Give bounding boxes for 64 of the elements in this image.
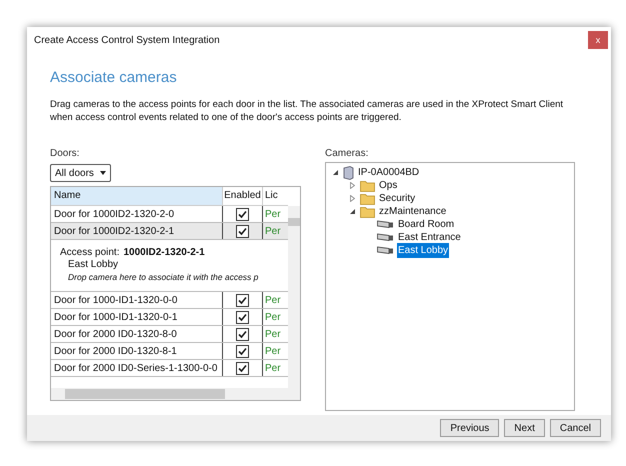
table-cell-text: Per <box>264 344 282 358</box>
table-cell: Door for 2000 ID0-1320-8-0 <box>51 326 223 342</box>
table-cell-text: Per <box>264 328 282 342</box>
horizontal-scrollbar[interactable] <box>51 388 300 400</box>
checkbox[interactable] <box>236 362 249 374</box>
table-row[interactable]: Door for 1000-ID1-1320-0-1 Per <box>51 309 288 326</box>
tree-item[interactable]: East Entrance <box>397 230 462 245</box>
close-button[interactable]: x <box>588 31 608 49</box>
tree-item[interactable]: Board Room <box>397 217 456 232</box>
checkbox[interactable] <box>236 294 249 306</box>
table-row[interactable]: Door for 1000-ID1-1320-0-0 Per <box>51 292 288 309</box>
table-cell-text: Per <box>264 224 282 238</box>
server-icon <box>343 166 354 180</box>
table-cell: Door for 1000-ID1-1320-0-0 <box>51 292 223 308</box>
associated-camera: East Lobby <box>67 259 120 271</box>
checkbox[interactable] <box>236 310 249 324</box>
folder-icon <box>360 192 375 204</box>
table-cell-text: Per <box>264 362 282 376</box>
caret-icon <box>100 171 106 175</box>
wizard-button[interactable]: Previous <box>440 419 500 437</box>
camera-icon <box>377 246 394 255</box>
tree-item[interactable]: IP-0A0004BD <box>357 165 420 180</box>
table-cell: Door for 2000 ID0-Series-1-1300-0-0 <box>51 360 223 376</box>
page-heading: Associate cameras <box>50 69 178 87</box>
detail-label: Access point: <box>60 247 120 259</box>
tree-item[interactable]: zzMaintenance <box>378 204 448 219</box>
table-row[interactable]: Door for 2000 ID0-1320-8-0 Per <box>51 326 288 343</box>
checkbox[interactable] <box>236 224 249 238</box>
table-row[interactable]: Door for 2000 ID0-1320-8-1 Per <box>51 343 288 360</box>
checkbox[interactable] <box>236 344 249 358</box>
checkbox[interactable] <box>236 328 249 340</box>
tree-item[interactable]: Ops <box>378 178 398 193</box>
table-cell-text: Per <box>264 208 282 222</box>
column-header[interactable]: Enabled <box>223 187 263 205</box>
expander-icon[interactable] <box>349 208 356 215</box>
access-point-name: 1000ID2-1320-2-1 <box>123 247 205 259</box>
column-header[interactable]: Lic <box>263 187 283 205</box>
table-cell: Door for 2000 ID0-1320-8-1 <box>51 343 223 359</box>
table-cell: Door for 1000ID2-1320-2-0 <box>51 206 223 222</box>
table-row[interactable]: Door for 1000ID2-1320-2-1 Per <box>51 223 288 240</box>
table-cell-text: Per <box>264 310 282 324</box>
wizard-button[interactable]: Next <box>504 419 545 437</box>
filter-dropdown[interactable]: All doors <box>50 164 111 182</box>
checkbox[interactable] <box>236 208 249 220</box>
camera-icon <box>377 233 394 242</box>
drop-hint: Drop camera here to associate it with the access p <box>67 271 260 283</box>
cameras-label: Cameras: <box>325 147 370 161</box>
wizard-button[interactable]: Cancel <box>550 419 601 437</box>
folder-icon <box>360 180 375 192</box>
description-text: Drag cameras to the access points for each door in the list. The associated cameras are used in the XProtect Smart Client when access control events related to one of the door's access points are triggered. <box>50 98 564 124</box>
camera-icon <box>377 220 394 229</box>
tree-item[interactable]: East Lobby <box>397 243 450 258</box>
column-header[interactable]: Name <box>51 187 223 205</box>
table-cell-text: Per <box>264 294 282 308</box>
vertical-scrollbar[interactable] <box>288 206 300 388</box>
doors-label: Doors: <box>50 147 80 161</box>
table-cell: Door for 1000-ID1-1320-0-1 <box>51 309 223 325</box>
tree-item[interactable]: Security <box>378 191 416 206</box>
table-row[interactable]: Door for 2000 ID0-Series-1-1300-0-0 Per <box>51 360 288 377</box>
window-title: Create Access Control System Integration <box>34 34 220 48</box>
table-row[interactable]: Door for 1000ID2-1320-2-0 Per <box>51 206 288 223</box>
table-cell: Door for 1000ID2-1320-2-1 <box>51 223 223 239</box>
folder-icon <box>360 206 375 218</box>
expander-icon[interactable] <box>332 169 339 176</box>
